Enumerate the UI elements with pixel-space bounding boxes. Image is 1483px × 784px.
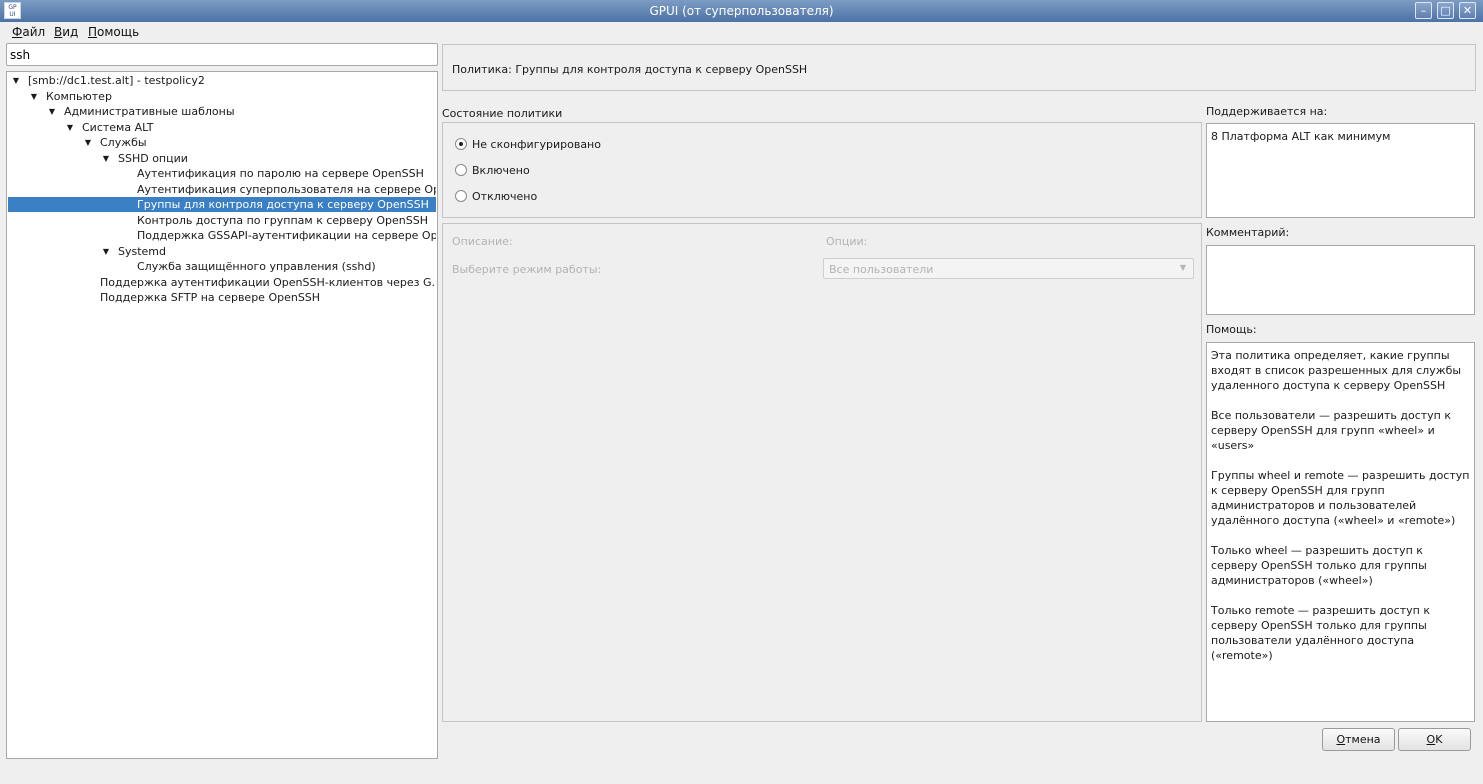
expand-arrow-icon[interactable]: ▼ <box>30 89 38 104</box>
minimize-icon: – <box>1420 4 1427 17</box>
tree-item[interactable]: Поддержка GSSAPI-аутентификации на серве… <box>8 228 436 243</box>
ok-button[interactable]: OK <box>1398 728 1471 751</box>
cancel-label: тмена <box>1345 733 1381 746</box>
tree-item-label: SSHD опции <box>118 151 188 165</box>
cancel-button[interactable]: Отмена <box>1322 728 1395 751</box>
radio-disabled-label: Отключено <box>472 190 538 203</box>
tree-item-label: Аутентификация по паролю на сервере Open… <box>137 167 424 180</box>
tree-item-label: Группы для контроля доступа к серверу Op… <box>137 198 429 211</box>
mode-label: Выберите режим работы: <box>452 263 602 276</box>
tree-item[interactable]: ▼ Systemd <box>8 244 436 259</box>
tree-item-label: Административные шаблоны <box>64 105 235 118</box>
maximize-button[interactable]: □ <box>1437 2 1454 19</box>
description-label: Описание: <box>452 235 513 248</box>
tree-item-label: Компьютер <box>46 89 112 103</box>
tree-item[interactable]: Поддержка SFTP на сервере OpenSSH <box>8 290 436 305</box>
tree-item[interactable]: ▼ Система ALT <box>8 120 436 135</box>
tree-item[interactable]: ▼ [smb://dc1.test.alt] - testpolicy2 <box>8 73 436 88</box>
supported-box: 8 Платформа ALT как минимум <box>1206 123 1475 218</box>
tree-item-label: Поддержка аутентификации OpenSSH-клиенто… <box>100 275 436 289</box>
window-titlebar[interactable]: GP UI GPUI (от суперпользователя) – □ ✕ <box>0 0 1483 22</box>
supported-label: Поддерживается на: <box>1206 105 1328 118</box>
options-label: Опции: <box>826 235 868 248</box>
tree-item[interactable]: Поддержка аутентификации OpenSSH-клиенто… <box>8 275 436 290</box>
tree-item[interactable]: Аутентификация по паролю на сервере Open… <box>8 166 436 181</box>
radio-not-configured-label: Не сконфигурировано <box>472 138 601 151</box>
tree-item-label: Службы <box>100 136 147 149</box>
expand-arrow-icon[interactable]: ▼ <box>102 151 110 166</box>
minimize-button[interactable]: – <box>1415 2 1432 19</box>
expand-arrow-icon[interactable]: ▼ <box>66 120 74 135</box>
maximize-icon: □ <box>1440 4 1451 17</box>
close-icon: ✕ <box>1462 4 1473 17</box>
mode-select[interactable]: Все пользователи ▼ <box>823 258 1194 279</box>
tree-item[interactable]: Группы для контроля доступа к серверу Op… <box>8 197 436 212</box>
policy-state-label: Состояние политики <box>442 107 563 120</box>
menu-help-mnemonic: П <box>88 25 98 39</box>
help-label: Помощь: <box>1206 323 1257 336</box>
tree-item[interactable]: ▼ Службы <box>8 135 436 150</box>
window-title: GPUI (от суперпользователя) <box>649 4 834 18</box>
help-paragraph: Эта политика определяет, какие группы вх… <box>1211 349 1462 392</box>
expand-arrow-icon[interactable]: ▼ <box>84 135 92 150</box>
tree-item-label: Systemd <box>118 244 167 258</box>
policy-header: Политика: Группы для контроля доступа к … <box>442 44 1476 91</box>
tree-item-label: Аутентификация суперпользователя на серв… <box>137 182 436 196</box>
tree-item-label: Поддержка GSSAPI-аутентификации на серве… <box>137 229 436 242</box>
tree-item[interactable]: Служба защищённого управления (sshd) <box>8 259 436 274</box>
policy-title: Политика: Группы для контроля доступа к … <box>452 63 808 76</box>
comment-field[interactable] <box>1206 245 1475 315</box>
mode-select-value: Все пользователи <box>829 263 934 276</box>
radio-not-configured-indicator[interactable] <box>455 138 467 150</box>
menu-file-label: айл <box>22 25 46 39</box>
help-paragraph: Только wheel — разрешить доступ к сервер… <box>1211 544 1427 587</box>
tree-item[interactable]: ▼ Компьютер <box>8 89 436 104</box>
tree-item-label: Контроль доступа по группам к серверу Op… <box>137 213 428 227</box>
menu-help[interactable]: Помощь <box>88 25 139 39</box>
menu-view-mnemonic: В <box>54 25 63 39</box>
radio-enabled-label: Включено <box>472 164 530 177</box>
search-input[interactable] <box>6 43 438 66</box>
tree-item-label: Поддержка SFTP на сервере OpenSSH <box>100 291 321 304</box>
help-paragraph: Только remote — разрешить доступ к серве… <box>1211 604 1430 662</box>
tree-item[interactable]: ▼ SSHD опции <box>8 151 436 166</box>
expand-arrow-icon[interactable]: ▼ <box>102 244 110 259</box>
policy-tree[interactable]: ▼ [smb://dc1.test.alt] - testpolicy2 ▼ Комп… <box>6 71 438 759</box>
help-text-box: Эта политика определяет, какие группы вх… <box>1206 342 1475 722</box>
menu-view[interactable]: Вид <box>54 25 78 39</box>
policy-options-panel: Описание: Опции: Выберите режим работы: … <box>442 223 1202 722</box>
menubar: Файл Вид Помощь <box>0 22 1483 41</box>
menu-file[interactable]: Файл <box>12 25 45 39</box>
radio-enabled-indicator[interactable] <box>455 164 467 176</box>
tree-item-label: [smb://dc1.test.alt] - testpolicy2 <box>28 74 205 87</box>
help-paragraph: Группы wheel и remote — разрешить доступ… <box>1211 469 1470 527</box>
expand-arrow-icon[interactable]: ▼ <box>12 73 20 88</box>
tree-item[interactable]: ▼ Административные шаблоны <box>8 104 436 119</box>
tree-item-label: Служба защищённого управления (sshd) <box>137 260 376 273</box>
ok-label: K <box>1435 733 1443 746</box>
tree-item[interactable]: Аутентификация суперпользователя на серв… <box>8 182 436 197</box>
menu-help-label: омощь <box>97 25 140 39</box>
menu-file-mnemonic: Ф <box>12 25 23 39</box>
supported-value: 8 Платформа ALT как минимум <box>1211 130 1391 143</box>
comment-label: Комментарий: <box>1206 226 1290 239</box>
tree-item[interactable]: Контроль доступа по группам к серверу Op… <box>8 213 436 228</box>
chevron-down-icon: ▼ <box>1179 263 1186 272</box>
ok-mnemonic: O <box>1426 733 1436 746</box>
radio-disabled-indicator[interactable] <box>455 190 467 202</box>
help-paragraph: Все пользователи — разрешить доступ к се… <box>1211 409 1452 452</box>
cancel-mnemonic: О <box>1336 733 1346 746</box>
expand-arrow-icon[interactable]: ▼ <box>48 104 56 119</box>
tree-item-label: Система ALT <box>82 120 154 134</box>
menu-view-label: ид <box>62 25 79 39</box>
close-button[interactable]: ✕ <box>1459 2 1476 19</box>
policy-state-group: Не сконфигурировано Включено Отключено <box>442 122 1202 218</box>
